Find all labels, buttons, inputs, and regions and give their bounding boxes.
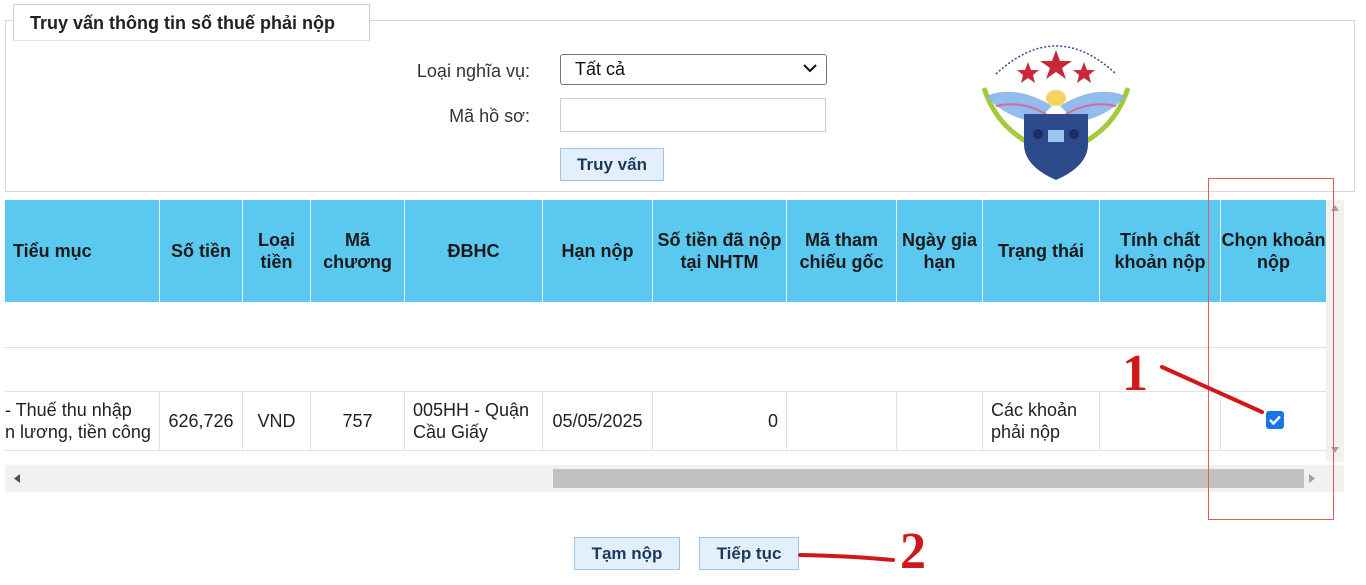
step-1-label: 1	[1122, 345, 1148, 402]
arrow-line-1	[1160, 365, 1264, 414]
arrow-line-2	[798, 553, 895, 562]
step-2-label: 2	[900, 523, 926, 580]
annotation-arrows	[798, 365, 1264, 562]
